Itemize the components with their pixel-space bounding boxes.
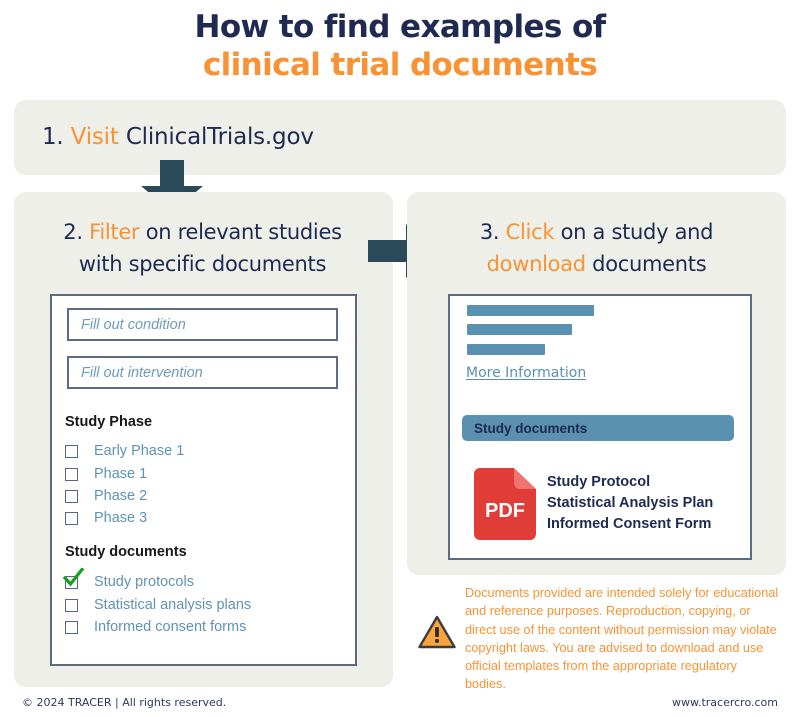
document-name-list: Study Protocol Statistical Analysis Plan… (547, 472, 713, 535)
intervention-input[interactable]: Fill out intervention (67, 356, 338, 389)
step-3-rest-line-1: on a study and (560, 220, 714, 244)
intervention-placeholder: Fill out intervention (81, 364, 203, 381)
step-2-heading: 2. Filter on relevant studies with speci… (30, 216, 375, 280)
step-3-heading: 3. Click on a study and download documen… (424, 216, 769, 280)
pdf-file-icon[interactable]: PDF (474, 468, 536, 540)
checkbox-icon[interactable] (63, 567, 84, 589)
checkmark-icon (63, 567, 84, 586)
checkbox-icon[interactable] (65, 444, 78, 458)
step-2-rest-line-1: on relevant studies (145, 220, 342, 244)
checkbox-row-statistical-analysis-plans[interactable]: Statistical analysis plans (65, 594, 251, 616)
checkbox-icon[interactable] (65, 620, 78, 634)
title-line-2: clinical trial documents (202, 47, 598, 83)
step-1-heading: 1. Visit ClinicalTrials.gov (42, 122, 314, 152)
checkbox-label: Phase 1 (94, 466, 148, 482)
warning-triangle-icon (418, 615, 456, 649)
step-1-action: Visit (70, 124, 119, 150)
study-documents-group-title: Study documents (65, 544, 187, 560)
checkbox-icon[interactable] (65, 598, 78, 612)
step-3-number: 3. (479, 220, 500, 244)
checkbox-row-phase-3[interactable]: Phase 3 (65, 507, 147, 529)
placeholder-bar (467, 305, 594, 316)
placeholder-bar (467, 344, 545, 355)
step-3-action: Click (505, 220, 555, 244)
document-name: Study Protocol (547, 474, 651, 490)
step-1-rest: ClinicalTrials.gov (125, 124, 314, 150)
footer-website[interactable]: www.tracercro.com (672, 696, 778, 709)
placeholder-bar (467, 324, 572, 335)
footer-copyright: © 2024 TRACER | All rights reserved. (22, 696, 227, 709)
copyright-disclaimer-text: Documents provided are intended solely f… (465, 586, 779, 692)
checkbox-icon[interactable] (65, 467, 78, 481)
study-phase-group-title: Study Phase (65, 414, 153, 430)
more-information-link[interactable]: More Information (466, 365, 586, 381)
checkbox-row-early-phase-1[interactable]: Early Phase 1 (65, 440, 184, 462)
checkbox-label: Statistical analysis plans (94, 597, 252, 613)
checkbox-row-phase-1[interactable]: Phase 1 (65, 463, 147, 485)
step-3-rest-line-2: documents (592, 252, 707, 276)
document-name: Statistical Analysis Plan (547, 495, 714, 511)
step-2-rest-line-2: with specific documents (78, 252, 327, 276)
page-title: How to find examples of clinical trial d… (0, 8, 800, 84)
checkbox-label: Informed consent forms (94, 619, 247, 635)
checkbox-row-phase-2[interactable]: Phase 2 (65, 485, 147, 507)
checkbox-row-study-protocols[interactable]: Study protocols (63, 567, 194, 593)
study-documents-section-label: Study documents (474, 420, 588, 436)
infographic-canvas: How to find examples of clinical trial d… (0, 0, 800, 717)
step-2-action: Filter (89, 220, 140, 244)
title-line-1: How to find examples of (194, 9, 606, 45)
checkbox-icon[interactable] (65, 511, 78, 525)
checkbox-label: Phase 3 (94, 510, 148, 526)
condition-input[interactable]: Fill out condition (67, 308, 338, 341)
checkbox-icon[interactable] (65, 489, 78, 503)
checkbox-row-informed-consent-forms[interactable]: Informed consent forms (65, 616, 246, 638)
pdf-badge-text: PDF (485, 500, 525, 522)
checkbox-label: Early Phase 1 (94, 443, 185, 459)
checkbox-label: Study protocols (94, 574, 194, 590)
study-documents-section-header: Study documents (462, 415, 734, 441)
checkbox-label: Phase 2 (94, 488, 148, 504)
step-2-number: 2. (63, 220, 83, 244)
step-1-number: 1. (42, 124, 64, 150)
document-name: Informed Consent Form (547, 516, 712, 532)
step-3-action-2: download (486, 252, 586, 276)
condition-placeholder: Fill out condition (81, 316, 186, 333)
